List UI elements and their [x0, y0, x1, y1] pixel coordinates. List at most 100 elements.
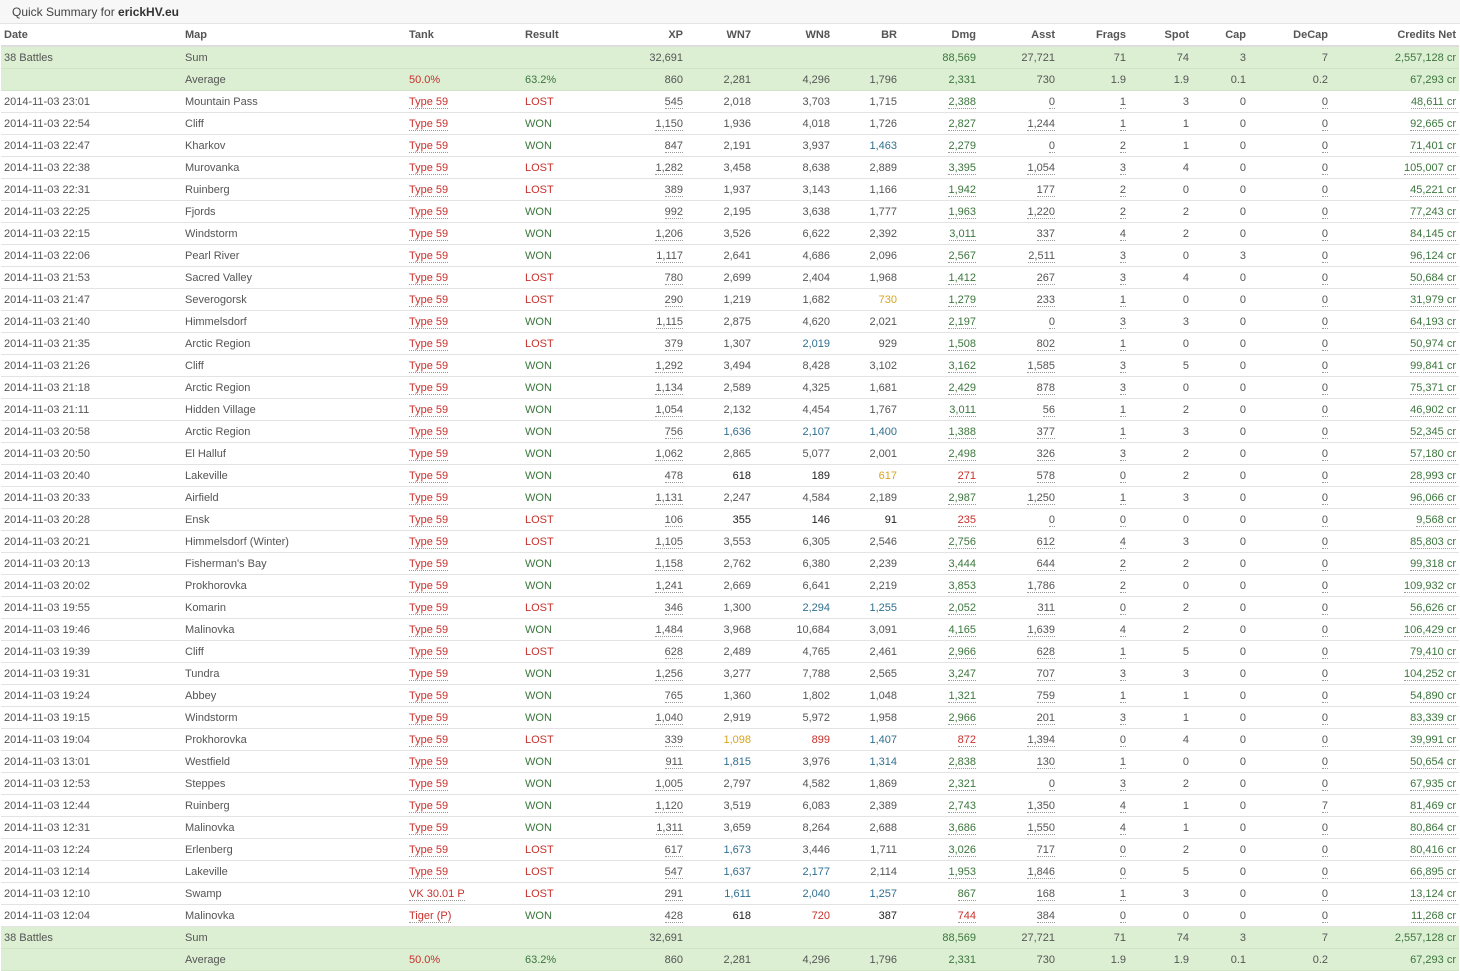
- table-row[interactable]: 2014-11-03 12:31 Malinovka Type 59 WON 1,311…: [1, 816, 1459, 839]
- tank-value[interactable]: Type 59: [409, 755, 449, 769]
- table-row[interactable]: 2014-11-03 12:44 Ruinberg Type 59 WON 1,120 3…: [1, 794, 1459, 817]
- table-row[interactable]: 2014-11-03 22:38 Murovanka Type 59 LOST 1,28…: [1, 156, 1459, 179]
- tank-value[interactable]: Type 59: [409, 843, 449, 857]
- tank-value[interactable]: Type 59: [409, 667, 449, 681]
- col-asst[interactable]: Asst: [979, 24, 1058, 47]
- table-row[interactable]: 2014-11-03 20:58 Arctic Region Type 59 WON 7…: [1, 420, 1459, 443]
- tank-value[interactable]: Tiger (P): [409, 909, 452, 923]
- tank-value[interactable]: Type 59: [409, 469, 449, 483]
- tank-value[interactable]: Type 59: [409, 777, 449, 791]
- cell-tank[interactable]: Type 59: [406, 90, 522, 113]
- table-row[interactable]: 2014-11-03 20:13 Fisherman's Bay Type 59 WO…: [1, 552, 1459, 575]
- table-row[interactable]: 2014-11-03 22:31 Ruinberg Type 59 LOST 389 1,…: [1, 178, 1459, 201]
- tank-value[interactable]: Type 59: [409, 579, 449, 593]
- tank-value[interactable]: VK 30.01 P: [409, 887, 465, 901]
- cell-tank[interactable]: VK 30.01 P: [406, 882, 522, 905]
- table-row[interactable]: 2014-11-03 12:24 Erlenberg Type 59 LOST 617 1…: [1, 838, 1459, 861]
- table-row[interactable]: 2014-11-03 19:31 Tundra Type 59 WON 1,256 3,2…: [1, 662, 1459, 685]
- cell-tank[interactable]: Type 59: [406, 464, 522, 487]
- col-dmg[interactable]: Dmg: [900, 24, 979, 47]
- col-xp[interactable]: XP: [580, 24, 686, 47]
- tank-value[interactable]: Type 59: [409, 733, 449, 747]
- tank-value[interactable]: Type 59: [409, 491, 449, 505]
- tank-value[interactable]: Type 59: [409, 117, 449, 131]
- table-row[interactable]: 2014-11-03 19:55 Komarin Type 59 LOST 346 1,3…: [1, 596, 1459, 619]
- cell-tank[interactable]: Type 59: [406, 596, 522, 619]
- cell-tank[interactable]: Type 59: [406, 640, 522, 663]
- cell-tank[interactable]: Type 59: [406, 750, 522, 773]
- tank-value[interactable]: Type 59: [409, 403, 449, 417]
- table-row[interactable]: 2014-11-03 22:06 Pearl River Type 59 WON 1,1…: [1, 244, 1459, 267]
- col-wn8[interactable]: WN8: [754, 24, 833, 47]
- table-row[interactable]: 2014-11-03 12:04 Malinovka Tiger (P) WON 428…: [1, 904, 1459, 927]
- col-wn7[interactable]: WN7: [686, 24, 754, 47]
- cell-tank[interactable]: Type 59: [406, 530, 522, 553]
- table-row[interactable]: 2014-11-03 12:10 Swamp VK 30.01 P LOST 291 1,…: [1, 882, 1459, 905]
- cell-tank[interactable]: Type 59: [406, 662, 522, 685]
- cell-tank[interactable]: Type 59: [406, 860, 522, 883]
- table-row[interactable]: 2014-11-03 19:24 Abbey Type 59 WON 765 1,360 1…: [1, 684, 1459, 707]
- col-date[interactable]: Date: [1, 24, 182, 47]
- tank-value[interactable]: Type 59: [409, 293, 449, 307]
- table-row[interactable]: 2014-11-03 21:40 Himmelsdorf Type 59 WON 1,1…: [1, 310, 1459, 333]
- table-row[interactable]: 2014-11-03 22:15 Windstorm Type 59 WON 1,206…: [1, 222, 1459, 245]
- table-row[interactable]: 2014-11-03 21:35 Arctic Region Type 59 LOST…: [1, 332, 1459, 355]
- tank-value[interactable]: Type 59: [409, 227, 449, 241]
- tank-value[interactable]: Type 59: [409, 645, 449, 659]
- col-frags[interactable]: Frags: [1058, 24, 1129, 47]
- tank-value[interactable]: Type 59: [409, 799, 449, 813]
- tank-value[interactable]: Type 59: [409, 161, 449, 175]
- cell-tank[interactable]: Type 59: [406, 442, 522, 465]
- table-row[interactable]: 2014-11-03 20:50 El Halluf Type 59 WON 1,062…: [1, 442, 1459, 465]
- cell-tank[interactable]: Type 59: [406, 706, 522, 729]
- cell-tank[interactable]: Type 59: [406, 354, 522, 377]
- cell-tank[interactable]: Type 59: [406, 486, 522, 509]
- cell-tank[interactable]: Type 59: [406, 398, 522, 421]
- cell-tank[interactable]: Type 59: [406, 508, 522, 531]
- table-row[interactable]: 2014-11-03 21:11 Hidden Village Type 59 WON…: [1, 398, 1459, 421]
- cell-tank[interactable]: Type 59: [406, 684, 522, 707]
- tank-value[interactable]: Type 59: [409, 711, 449, 725]
- tank-value[interactable]: Type 59: [409, 821, 449, 835]
- cell-tank[interactable]: Type 59: [406, 574, 522, 597]
- table-row[interactable]: 2014-11-03 21:53 Sacred Valley Type 59 LOST…: [1, 266, 1459, 289]
- cell-tank[interactable]: Type 59: [406, 200, 522, 223]
- tank-value[interactable]: Type 59: [409, 535, 449, 549]
- table-row[interactable]: 2014-11-03 21:26 Cliff Type 59 WON 1,292 3,49…: [1, 354, 1459, 377]
- cell-tank[interactable]: Type 59: [406, 816, 522, 839]
- col-result[interactable]: Result: [522, 24, 580, 47]
- tank-value[interactable]: Type 59: [409, 513, 449, 527]
- tank-value[interactable]: Type 59: [409, 205, 449, 219]
- table-row[interactable]: 2014-11-03 20:02 Prokhorovka Type 59 WON 1,2…: [1, 574, 1459, 597]
- cell-tank[interactable]: Type 59: [406, 618, 522, 641]
- cell-tank[interactable]: Type 59: [406, 794, 522, 817]
- cell-tank[interactable]: Type 59: [406, 288, 522, 311]
- cell-tank[interactable]: Type 59: [406, 420, 522, 443]
- tank-value[interactable]: Type 59: [409, 601, 449, 615]
- table-row[interactable]: 2014-11-03 22:54 Cliff Type 59 WON 1,150 1,93…: [1, 112, 1459, 135]
- cell-tank[interactable]: Type 59: [406, 728, 522, 751]
- tank-value[interactable]: Type 59: [409, 425, 449, 439]
- table-row[interactable]: 2014-11-03 12:14 Lakeville Type 59 LOST 547 1…: [1, 860, 1459, 883]
- col-credits-net[interactable]: Credits Net: [1331, 24, 1459, 47]
- tank-value[interactable]: Type 59: [409, 183, 449, 197]
- tank-value[interactable]: Type 59: [409, 557, 449, 571]
- cell-tank[interactable]: Tiger (P): [406, 904, 522, 927]
- table-row[interactable]: 2014-11-03 21:47 Severogorsk Type 59 LOST 29…: [1, 288, 1459, 311]
- cell-tank[interactable]: Type 59: [406, 178, 522, 201]
- tank-value[interactable]: Type 59: [409, 359, 449, 373]
- cell-tank[interactable]: Type 59: [406, 156, 522, 179]
- col-tank[interactable]: Tank: [406, 24, 522, 47]
- tank-value[interactable]: Type 59: [409, 623, 449, 637]
- table-row[interactable]: 2014-11-03 20:40 Lakeville Type 59 WON 478 61…: [1, 464, 1459, 487]
- tank-value[interactable]: Type 59: [409, 381, 449, 395]
- col-map[interactable]: Map: [182, 24, 406, 47]
- cell-tank[interactable]: Type 59: [406, 310, 522, 333]
- table-row[interactable]: 2014-11-03 12:53 Steppes Type 59 WON 1,005 2,…: [1, 772, 1459, 795]
- tank-value[interactable]: Type 59: [409, 337, 449, 351]
- table-row[interactable]: 2014-11-03 19:39 Cliff Type 59 LOST 628 2,489…: [1, 640, 1459, 663]
- table-row[interactable]: 2014-11-03 13:01 Westfield Type 59 WON 911 1,…: [1, 750, 1459, 773]
- table-row[interactable]: 2014-11-03 20:28 Ensk Type 59 LOST 106 355 146…: [1, 508, 1459, 531]
- table-row[interactable]: 2014-11-03 22:25 Fjords Type 59 WON 992 2,195…: [1, 200, 1459, 223]
- col-br[interactable]: BR: [833, 24, 900, 47]
